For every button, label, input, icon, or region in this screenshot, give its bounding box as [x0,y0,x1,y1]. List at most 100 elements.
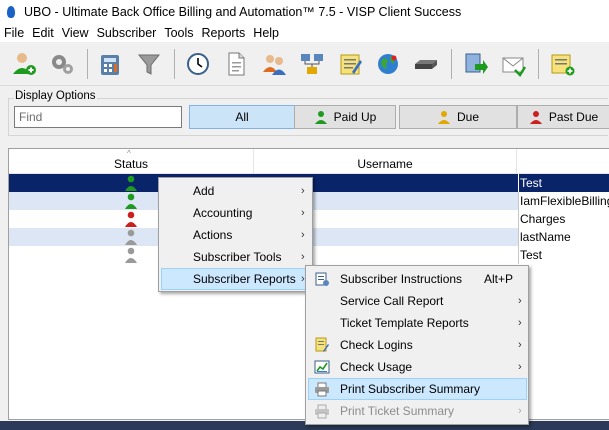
calculator-button[interactable] [93,46,129,82]
submenu-check-usage[interactable]: Check Usage › [308,356,527,378]
filter-paid-up-button[interactable]: Paid Up [294,105,396,129]
printer-icon [315,382,329,397]
menu-tools[interactable]: Tools [160,24,197,42]
filter-all-label: All [235,110,249,124]
cell-lastname: Test [518,246,609,264]
status-person-green-icon [125,193,137,209]
add-subscriber-icon [13,52,36,75]
network-button[interactable] [294,46,330,82]
toolbar-separator [538,48,539,79]
column-header-lastname[interactable] [517,149,609,174]
menu-file[interactable]: File [0,24,28,42]
cell-lastname: Charges [518,210,609,228]
notes-icon [340,54,362,74]
submenu-arrow-icon: › [518,317,522,329]
clock-icon [187,52,209,75]
toolbar-separator [87,48,88,79]
find-input[interactable] [14,106,182,128]
filter-due-button[interactable]: Due [399,105,517,129]
filter-past-due-label: Past Due [548,110,599,124]
submenu-arrow-icon: › [518,405,522,417]
notes-button[interactable] [332,46,368,82]
context-menu-actions[interactable]: Actions › [161,224,311,246]
submenu-service-call-report[interactable]: Service Call Report › [308,290,527,312]
filter-past-due-button[interactable]: Past Due [517,105,609,129]
filter-funnel-icon [137,54,161,75]
subscriber-reports-submenu: Subscriber Instructions Alt+P Service Ca… [305,265,529,425]
sort-up-icon: ^ [127,149,131,158]
cell-lastname: Test [518,174,609,192]
grid-header: ^ Status Username [9,149,609,174]
filter-button[interactable] [131,46,167,82]
router-icon [415,59,437,69]
title-bar: UBO - Ultimate Back Office Billing and A… [0,0,609,24]
menu-view[interactable]: View [58,24,93,42]
toolbar-separator [174,48,175,79]
calculator-icon [101,54,119,75]
submenu-subscriber-instructions[interactable]: Subscriber Instructions Alt+P [308,268,527,290]
person-yellow-icon [437,111,450,124]
settings-gears-icon [52,54,73,74]
submenu-arrow-icon: › [518,339,522,351]
usage-chart-icon [314,360,330,374]
filter-paid-up-label: Paid Up [333,110,377,124]
filter-due-label: Due [456,110,479,124]
context-menu-add[interactable]: Add › [161,180,311,202]
printer-disabled-icon [315,404,329,419]
network-icon [301,53,323,74]
submenu-arrow-icon: › [301,185,305,197]
menu-edit[interactable]: Edit [28,24,58,42]
document-button[interactable] [218,46,254,82]
submenu-print-subscriber-summary[interactable]: Print Subscriber Summary [308,378,527,400]
sticky-note-button[interactable] [544,46,580,82]
users-button[interactable] [256,46,292,82]
email-button[interactable] [495,46,531,82]
person-red-icon [529,111,542,124]
submenu-arrow-icon: › [518,361,522,373]
router-button[interactable] [408,46,444,82]
submenu-arrow-icon: › [518,295,522,307]
instructions-icon [315,272,329,286]
users-icon [263,54,286,75]
display-options-legend: Display Options [14,90,97,102]
submenu-print-ticket-summary[interactable]: Print Ticket Summary › [308,400,527,422]
clock-button[interactable] [180,46,216,82]
menu-reports[interactable]: Reports [198,24,250,42]
globe-button[interactable] [370,46,406,82]
submenu-arrow-icon: › [301,251,305,263]
settings-button[interactable] [44,46,80,82]
column-header-username[interactable]: Username [254,149,517,174]
filter-all-button[interactable]: All [189,105,295,129]
submenu-ticket-template-reports[interactable]: Ticket Template Reports › [308,312,527,334]
context-menu-subscriber-reports[interactable]: Subscriber Reports › [161,268,311,290]
menu-help[interactable]: Help [249,24,283,42]
submenu-arrow-icon: › [301,207,305,219]
toolbar [0,42,609,86]
transfer-icon [465,53,488,74]
status-person-red-icon [125,211,137,227]
cell-lastname: IamFlexibleBilling [518,192,609,210]
status-person-green-icon [125,175,137,191]
menu-subscriber[interactable]: Subscriber [93,24,161,42]
person-green-icon [314,111,327,124]
sticky-note-icon [551,54,575,75]
transfer-button[interactable] [457,46,493,82]
document-icon [228,52,245,75]
column-header-status[interactable]: ^ Status [9,149,254,174]
submenu-arrow-icon: › [301,229,305,241]
email-icon [502,57,527,77]
status-person-gray-icon [125,229,137,245]
logins-icon [315,337,329,352]
toolbar-separator [451,48,452,79]
app-logo-icon [4,4,18,20]
submenu-check-logins[interactable]: Check Logins › [308,334,527,356]
window-title: UBO - Ultimate Back Office Billing and A… [24,5,462,19]
context-menu-subscriber-tools[interactable]: Subscriber Tools › [161,246,311,268]
context-menu-accounting[interactable]: Accounting › [161,202,311,224]
status-person-gray-icon [125,247,137,263]
cell-lastname: lastName [518,228,609,246]
menu-bar: File Edit View Subscriber Tools Reports … [0,24,609,42]
add-subscriber-button[interactable] [6,46,42,82]
context-menu: Add › Accounting › Actions › Subscriber … [158,177,313,292]
globe-icon [378,53,398,74]
